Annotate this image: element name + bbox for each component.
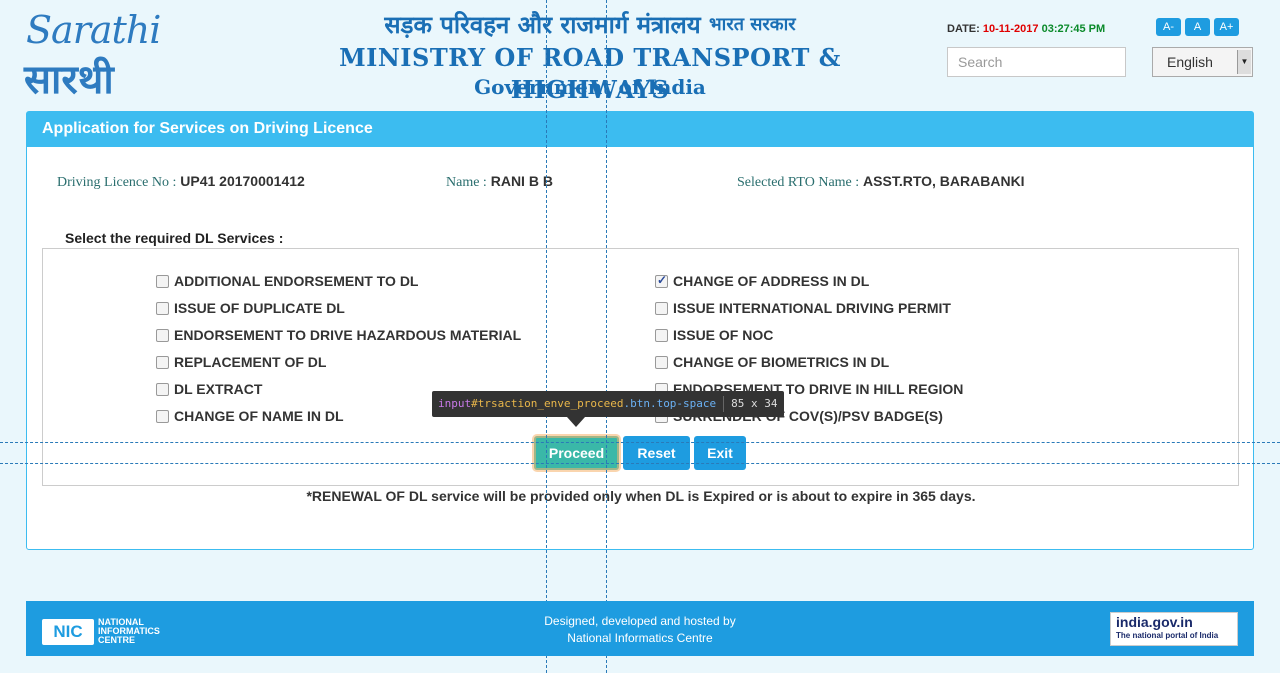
language-value: English xyxy=(1167,54,1213,70)
font-size-controls: A- A A+ xyxy=(1156,18,1239,36)
name-value: RANI B B xyxy=(490,173,553,189)
chevron-down-icon[interactable]: ▼ xyxy=(1237,50,1251,74)
rto-value: ASST.RTO, BARABANKI xyxy=(863,173,1025,189)
checkbox[interactable] xyxy=(655,328,668,342)
service-option[interactable]: ADDITIONAL ENDORSEMENT TO DL xyxy=(156,273,419,289)
service-option[interactable]: CHANGE OF BIOMETRICS IN DL xyxy=(655,354,889,370)
dl-number-value: UP41 20170001412 xyxy=(180,173,305,189)
service-option[interactable]: DL EXTRACT xyxy=(156,381,262,397)
service-option[interactable]: ENDORSEMENT TO DRIVE HAZARDOUS MATERIAL xyxy=(156,327,521,343)
name-label: Name : xyxy=(446,175,487,190)
time-value: 03:27:45 PM xyxy=(1041,23,1106,35)
date-value: 10-11-2017 xyxy=(982,23,1039,35)
footer-credit: Designed, developed and hosted by Nation… xyxy=(26,613,1254,647)
service-label: CHANGE OF NAME IN DL xyxy=(174,408,344,424)
service-label: CHANGE OF BIOMETRICS IN DL xyxy=(673,354,890,370)
hindi-ministry-name: सड़क परिवहन और राजमार्ग मंत्रालय xyxy=(384,11,701,39)
tooltip-separator xyxy=(723,396,725,412)
checkbox[interactable] xyxy=(156,301,169,315)
search-input[interactable]: Search xyxy=(947,47,1126,77)
service-label: ISSUE OF DUPLICATE DL xyxy=(174,300,345,316)
checkbox[interactable] xyxy=(156,328,169,342)
service-label: ADDITIONAL ENDORSEMENT TO DL xyxy=(174,273,419,289)
footer-line2: National Informatics Centre xyxy=(567,631,713,645)
checkbox-checked[interactable] xyxy=(655,273,668,288)
service-label: ISSUE OF NOC xyxy=(673,327,774,343)
service-option[interactable]: ISSUE OF NOC xyxy=(655,327,773,343)
date-time: DATE: 10-11-2017 03:27:45 PM xyxy=(947,23,1105,35)
devtools-inspect-tooltip: input #trsaction_enve_proceed .btn.top-spa… xyxy=(432,391,784,417)
dl-number-info: Driving Licence No : UP41 20170001412 xyxy=(57,173,305,191)
rto-label: Selected RTO Name : xyxy=(737,175,860,190)
service-label: DL EXTRACT xyxy=(174,381,263,397)
date-label: DATE: xyxy=(947,23,980,35)
logo-hindi-text: सारथी xyxy=(24,57,114,103)
panel-title: Application for Services on Driving Lice… xyxy=(27,112,1253,147)
checkbox[interactable] xyxy=(655,355,668,369)
service-label: ENDORSEMENT TO DRIVE HAZARDOUS MATERIAL xyxy=(174,327,522,343)
government-of-india: Government of India xyxy=(474,75,706,99)
sarathi-logo[interactable]: Sarathi सारथी xyxy=(22,8,162,103)
checkbox[interactable] xyxy=(156,355,169,369)
font-decrease-button[interactable]: A- xyxy=(1156,18,1181,36)
service-option[interactable]: ISSUE INTERNATIONAL DRIVING PERMIT xyxy=(655,300,951,316)
font-normal-button[interactable]: A xyxy=(1185,18,1210,36)
logo-latin-text: Sarathi xyxy=(26,8,161,52)
inspect-guide-line xyxy=(546,0,547,673)
tooltip-tag: input xyxy=(438,397,472,410)
renewal-note: *RENEWAL OF DL service will be provided … xyxy=(306,488,976,504)
india-gov-logo[interactable]: india.gov.in The national portal of Indi… xyxy=(1110,612,1238,646)
service-option[interactable]: ISSUE OF DUPLICATE DL xyxy=(156,300,345,316)
ministry-title: सड़क परिवहन और राजमार्ग मंत्रालय भारत सर… xyxy=(290,8,890,104)
hindi-gov-name: भारत सरकार xyxy=(709,14,796,35)
inspect-guide-line xyxy=(0,463,1280,464)
tooltip-arrow-icon xyxy=(567,417,585,427)
checkbox[interactable] xyxy=(156,409,169,423)
checkbox[interactable] xyxy=(655,301,668,315)
india-gov-sub: The national portal of India xyxy=(1116,631,1219,640)
service-option[interactable]: REPLACEMENT OF DL xyxy=(156,354,326,370)
service-option[interactable]: CHANGE OF ADDRESS IN DL xyxy=(655,273,869,289)
tooltip-size: 85 x 34 xyxy=(731,397,778,410)
site-header: Sarathi सारथी सड़क परिवहन और राजमार्ग मं… xyxy=(0,0,1280,110)
tooltip-id: #trsaction_enve_proceed xyxy=(471,397,624,410)
checkbox[interactable] xyxy=(156,274,169,288)
inspect-guide-line xyxy=(606,0,607,673)
font-increase-button[interactable]: A+ xyxy=(1214,18,1239,36)
dl-number-label: Driving Licence No : xyxy=(57,175,177,190)
tooltip-classes: .btn.top-space xyxy=(623,397,717,410)
service-label: ISSUE INTERNATIONAL DRIVING PERMIT xyxy=(673,300,951,316)
english-ministry-name: MINISTRY OF ROAD TRANSPORT & HIGHWAYS xyxy=(339,43,841,104)
service-option[interactable]: CHANGE OF NAME IN DL xyxy=(156,408,344,424)
inspect-guide-line xyxy=(0,442,1280,443)
services-legend: Select the required DL Services : xyxy=(57,230,292,246)
checkbox[interactable] xyxy=(156,382,169,396)
dl-services-panel: Application for Services on Driving Lice… xyxy=(26,111,1254,550)
service-label: REPLACEMENT OF DL xyxy=(174,354,327,370)
name-info: Name : RANI B B xyxy=(446,173,553,191)
language-select[interactable]: English ▼ xyxy=(1152,47,1253,77)
rto-info: Selected RTO Name : ASST.RTO, BARABANKI xyxy=(737,173,1025,191)
hindi-title: सड़क परिवहन और राजमार्ग मंत्रालय भारत सर… xyxy=(290,8,890,42)
footer-line1: Designed, developed and hosted by xyxy=(544,614,736,628)
service-label: CHANGE OF ADDRESS IN DL xyxy=(673,273,870,289)
site-footer: NIC NATIONAL INFORMATICS CENTRE Designed… xyxy=(26,601,1254,656)
india-gov-title: india.gov.in xyxy=(1116,614,1193,630)
